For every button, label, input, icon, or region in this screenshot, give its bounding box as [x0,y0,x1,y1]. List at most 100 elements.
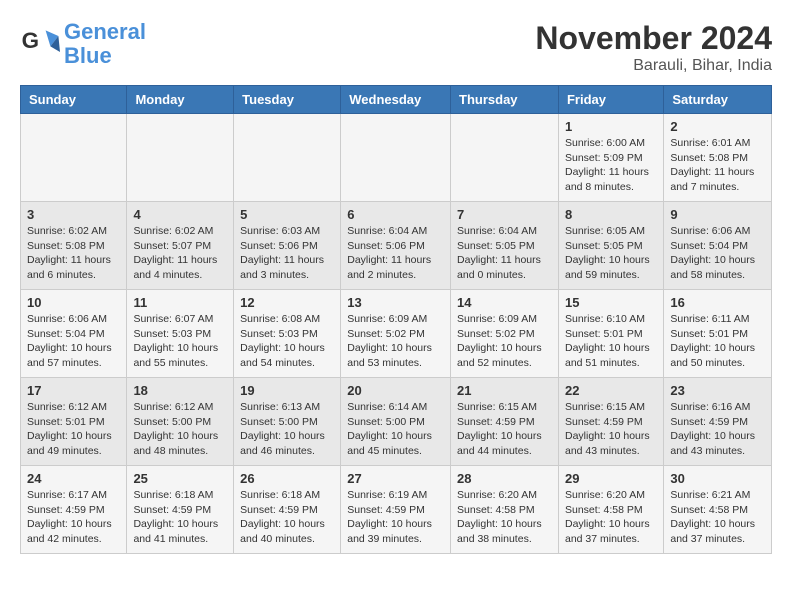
day-info: Sunrise: 6:18 AM Sunset: 4:59 PM Dayligh… [133,488,227,547]
calendar-cell: 2 Sunrise: 6:01 AM Sunset: 5:08 PM Daylig… [664,114,772,202]
calendar-cell [451,114,559,202]
day-number: 11 [133,295,227,310]
day-info: Sunrise: 6:11 AM Sunset: 5:01 PM Dayligh… [670,312,765,371]
day-number: 3 [27,207,120,222]
calendar-cell: 1 Sunrise: 6:00 AM Sunset: 5:09 PM Daylig… [558,114,663,202]
logo-icon: G [20,24,60,64]
day-info: Sunrise: 6:15 AM Sunset: 4:59 PM Dayligh… [457,400,552,459]
day-info: Sunrise: 6:03 AM Sunset: 5:06 PM Dayligh… [240,224,334,283]
day-info: Sunrise: 6:09 AM Sunset: 5:02 PM Dayligh… [457,312,552,371]
day-info: Sunrise: 6:04 AM Sunset: 5:05 PM Dayligh… [457,224,552,283]
day-info: Sunrise: 6:02 AM Sunset: 5:07 PM Dayligh… [133,224,227,283]
calendar-cell: 27 Sunrise: 6:19 AM Sunset: 4:59 PM Dayli… [341,466,451,554]
title-block: November 2024 Barauli, Bihar, India [535,20,772,75]
day-info: Sunrise: 6:04 AM Sunset: 5:06 PM Dayligh… [347,224,444,283]
calendar-cell: 18Sunrise: 6:12 AM Sunset: 5:00 PM Dayli… [127,378,234,466]
calendar-cell: 6 Sunrise: 6:04 AM Sunset: 5:06 PM Daylig… [341,202,451,290]
calendar-cell: 29 Sunrise: 6:20 AM Sunset: 4:58 PM Dayli… [558,466,663,554]
day-info: Sunrise: 6:19 AM Sunset: 4:59 PM Dayligh… [347,488,444,547]
calendar-cell: 7 Sunrise: 6:04 AM Sunset: 5:05 PM Daylig… [451,202,559,290]
day-info: Sunrise: 6:15 AM Sunset: 4:59 PM Dayligh… [565,400,657,459]
calendar-cell: 8Sunrise: 6:05 AM Sunset: 5:05 PM Daylig… [558,202,663,290]
day-number: 30 [670,471,765,486]
day-number: 24 [27,471,120,486]
day-info: Sunrise: 6:09 AM Sunset: 5:02 PM Dayligh… [347,312,444,371]
day-number: 10 [27,295,120,310]
calendar-cell: 19Sunrise: 6:13 AM Sunset: 5:00 PM Dayli… [234,378,341,466]
weekday-header-wednesday: Wednesday [341,86,451,114]
day-info: Sunrise: 6:08 AM Sunset: 5:03 PM Dayligh… [240,312,334,371]
day-info: Sunrise: 6:20 AM Sunset: 4:58 PM Dayligh… [457,488,552,547]
logo: G General Blue [20,20,146,68]
day-info: Sunrise: 6:17 AM Sunset: 4:59 PM Dayligh… [27,488,120,547]
calendar-cell: 3 Sunrise: 6:02 AM Sunset: 5:08 PM Daylig… [21,202,127,290]
day-number: 28 [457,471,552,486]
day-number: 25 [133,471,227,486]
day-number: 29 [565,471,657,486]
weekday-header-sunday: Sunday [21,86,127,114]
day-info: Sunrise: 6:01 AM Sunset: 5:08 PM Dayligh… [670,136,765,195]
day-number: 6 [347,207,444,222]
calendar-cell: 15 Sunrise: 6:10 AM Sunset: 5:01 PM Dayli… [558,290,663,378]
day-number: 5 [240,207,334,222]
calendar-cell: 22 Sunrise: 6:15 AM Sunset: 4:59 PM Dayli… [558,378,663,466]
day-number: 26 [240,471,334,486]
calendar-cell: 30 Sunrise: 6:21 AM Sunset: 4:58 PM Dayli… [664,466,772,554]
day-info: Sunrise: 6:06 AM Sunset: 5:04 PM Dayligh… [670,224,765,283]
calendar-cell: 16 Sunrise: 6:11 AM Sunset: 5:01 PM Dayli… [664,290,772,378]
calendar-cell: 12 Sunrise: 6:08 AM Sunset: 5:03 PM Dayli… [234,290,341,378]
day-info: Sunrise: 6:00 AM Sunset: 5:09 PM Dayligh… [565,136,657,195]
calendar-cell: 9 Sunrise: 6:06 AM Sunset: 5:04 PM Daylig… [664,202,772,290]
calendar-cell: 21 Sunrise: 6:15 AM Sunset: 4:59 PM Dayli… [451,378,559,466]
day-number: 14 [457,295,552,310]
day-number: 17 [27,383,120,398]
day-number: 16 [670,295,765,310]
calendar-cell: 24 Sunrise: 6:17 AM Sunset: 4:59 PM Dayli… [21,466,127,554]
day-info: Sunrise: 6:10 AM Sunset: 5:01 PM Dayligh… [565,312,657,371]
calendar-cell: 4Sunrise: 6:02 AM Sunset: 5:07 PM Daylig… [127,202,234,290]
calendar-cell [234,114,341,202]
calendar-cell: 5 Sunrise: 6:03 AM Sunset: 5:06 PM Daylig… [234,202,341,290]
calendar-cell: 14 Sunrise: 6:09 AM Sunset: 5:02 PM Dayli… [451,290,559,378]
day-number: 7 [457,207,552,222]
weekday-header-thursday: Thursday [451,86,559,114]
day-number: 15 [565,295,657,310]
calendar-cell: 13Sunrise: 6:09 AM Sunset: 5:02 PM Dayli… [341,290,451,378]
day-number: 20 [347,383,444,398]
calendar-cell: 25 Sunrise: 6:18 AM Sunset: 4:59 PM Dayli… [127,466,234,554]
calendar-cell: 23 Sunrise: 6:16 AM Sunset: 4:59 PM Dayli… [664,378,772,466]
day-info: Sunrise: 6:16 AM Sunset: 4:59 PM Dayligh… [670,400,765,459]
day-info: Sunrise: 6:21 AM Sunset: 4:58 PM Dayligh… [670,488,765,547]
day-info: Sunrise: 6:07 AM Sunset: 5:03 PM Dayligh… [133,312,227,371]
calendar-cell: 20Sunrise: 6:14 AM Sunset: 5:00 PM Dayli… [341,378,451,466]
weekday-header-friday: Friday [558,86,663,114]
day-info: Sunrise: 6:12 AM Sunset: 5:01 PM Dayligh… [27,400,120,459]
weekday-header-monday: Monday [127,86,234,114]
page-header: G General Blue November 2024 Barauli, Bi… [20,20,772,75]
calendar-cell [341,114,451,202]
day-info: Sunrise: 6:02 AM Sunset: 5:08 PM Dayligh… [27,224,120,283]
day-number: 23 [670,383,765,398]
day-number: 27 [347,471,444,486]
day-info: Sunrise: 6:06 AM Sunset: 5:04 PM Dayligh… [27,312,120,371]
svg-text:G: G [22,28,39,53]
day-number: 1 [565,119,657,134]
month-title: November 2024 [535,20,772,57]
logo-text: General Blue [64,20,146,68]
day-info: Sunrise: 6:13 AM Sunset: 5:00 PM Dayligh… [240,400,334,459]
day-number: 9 [670,207,765,222]
day-info: Sunrise: 6:12 AM Sunset: 5:00 PM Dayligh… [133,400,227,459]
day-number: 8 [565,207,657,222]
calendar-cell: 17 Sunrise: 6:12 AM Sunset: 5:01 PM Dayli… [21,378,127,466]
day-number: 2 [670,119,765,134]
calendar-cell: 11 Sunrise: 6:07 AM Sunset: 5:03 PM Dayli… [127,290,234,378]
day-number: 22 [565,383,657,398]
day-info: Sunrise: 6:20 AM Sunset: 4:58 PM Dayligh… [565,488,657,547]
weekday-header-tuesday: Tuesday [234,86,341,114]
calendar-cell: 10 Sunrise: 6:06 AM Sunset: 5:04 PM Dayli… [21,290,127,378]
day-number: 12 [240,295,334,310]
calendar-cell: 26Sunrise: 6:18 AM Sunset: 4:59 PM Dayli… [234,466,341,554]
location: Barauli, Bihar, India [535,57,772,75]
weekday-header-saturday: Saturday [664,86,772,114]
day-number: 21 [457,383,552,398]
